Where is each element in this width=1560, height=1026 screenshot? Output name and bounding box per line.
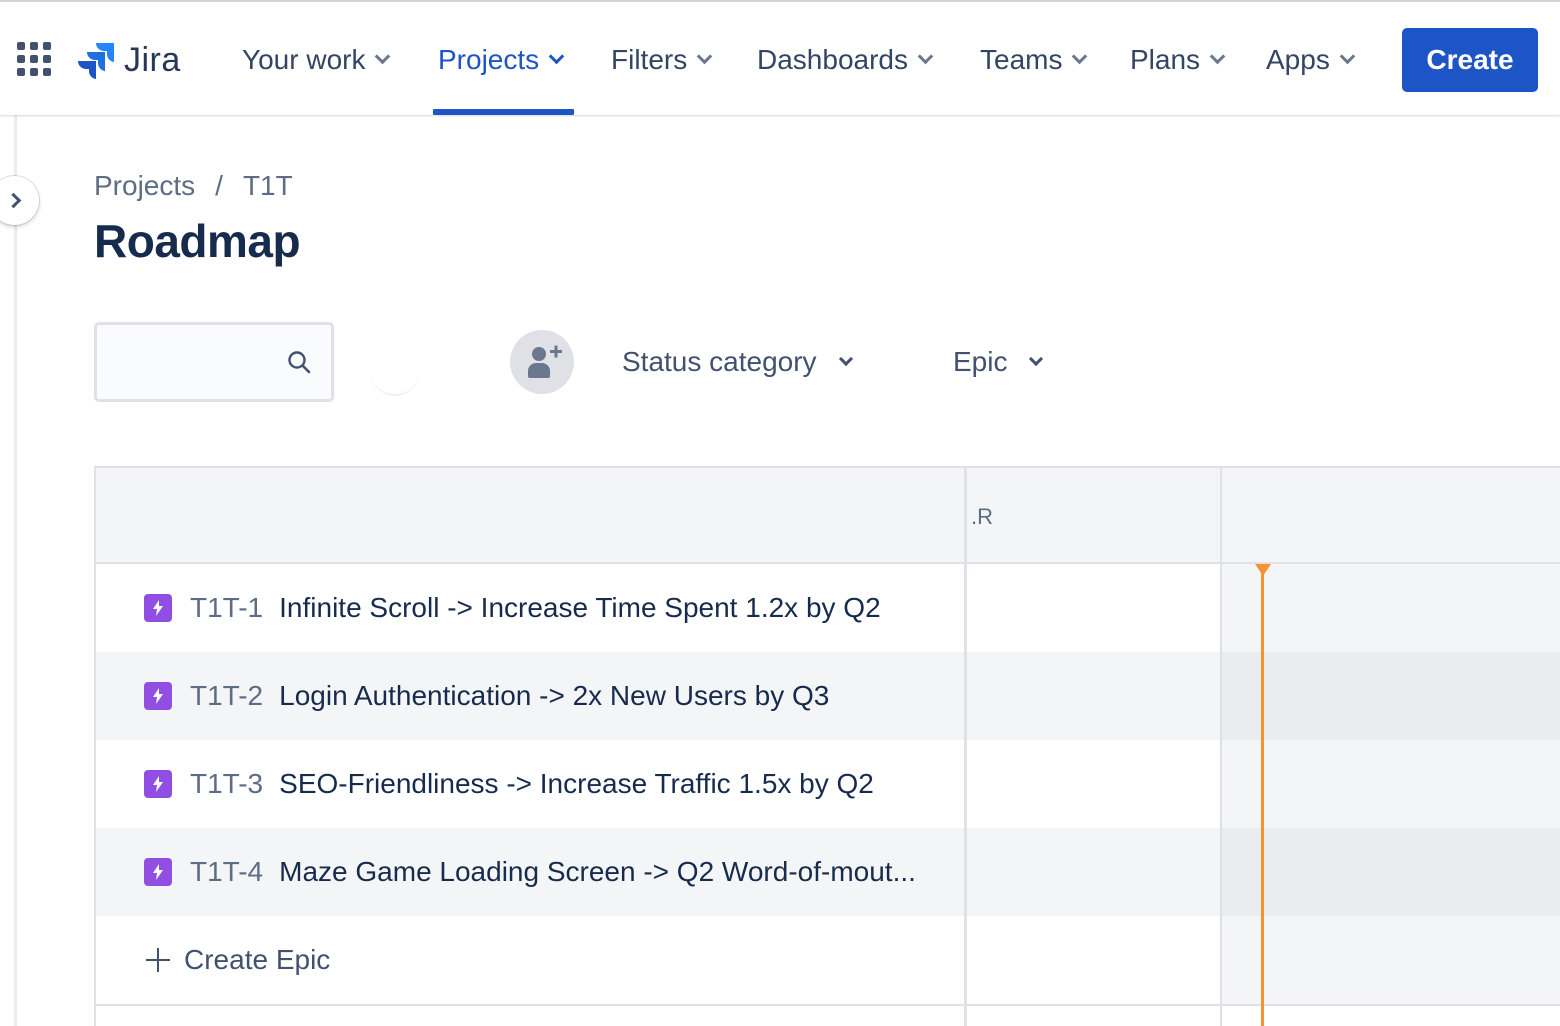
active-nav-indicator [433,109,574,115]
app-switcher-icon[interactable] [17,42,51,76]
chevron-down-icon [696,48,713,65]
create-epic-button[interactable]: Create Epic [146,916,330,1004]
nav-label: Apps [1266,44,1330,75]
page-title: Roadmap [94,215,301,267]
breadcrumb: Projects / T1T [94,170,293,202]
list-item[interactable]: T1T-3 SEO-Friendliness -> Increase Traff… [96,740,1560,828]
issue-summary: Infinite Scroll -> Increase Time Spent 1… [279,592,881,623]
expand-sidebar-button[interactable] [0,176,39,225]
chevron-down-icon [1029,351,1044,367]
jira-logo-icon [78,43,114,79]
list-item[interactable]: T1T-2 Login Authentication -> 2x New Use… [96,652,1560,740]
chevron-down-icon [375,48,391,65]
sidebar-edge [14,115,17,1026]
issue-summary: Login Authentication -> 2x New Users by … [279,680,830,711]
column-resize-handle[interactable] [964,468,967,1026]
issue-summary: SEO-Friendliness -> Increase Traffic 1.5… [279,768,874,799]
nav-label: Filters [611,44,688,75]
chevron-down-icon [548,48,565,65]
nav-label: Teams [980,44,1063,75]
issue-key: T1T-3 [190,768,264,799]
breadcrumb-project[interactable]: T1T [243,170,293,202]
epic-row-content[interactable]: T1T-1 Infinite Scroll -> Increase Time S… [144,564,881,652]
timeline-header-current [1222,468,1560,564]
status-category-label: Status category [622,346,817,377]
nav-label: Dashboards [757,44,908,75]
avatar-placeholder [370,360,420,396]
issue-key: T1T-2 [190,680,264,711]
search-input[interactable] [109,339,279,385]
epic-row-content[interactable]: T1T-3 SEO-Friendliness -> Increase Traff… [144,740,874,828]
chevron-down-icon [1339,48,1356,65]
issue-key: T1T-1 [190,592,264,623]
timeline-header: .R [967,468,1221,564]
nav-dashboards[interactable]: Dashboards [757,40,934,80]
today-marker [1261,564,1264,1026]
add-person-icon [528,345,562,378]
nav-label: Projects [438,44,540,75]
lightning-icon [144,770,172,798]
chevron-down-icon [1072,48,1088,65]
epic-filter[interactable]: Epic [953,340,1044,384]
chevron-down-icon [917,48,934,65]
plus-icon [146,948,170,972]
issue-summary: Maze Game Loading Screen -> Q2 Word-of-m… [279,856,916,887]
breadcrumb-separator: / [215,170,223,201]
nav-teams[interactable]: Teams [980,40,1088,80]
lightning-icon [144,594,172,622]
nav-label: Plans [1130,44,1201,75]
nav-plans[interactable]: Plans [1130,40,1226,80]
timeline-column-divider [1220,468,1222,1026]
epic-row-content[interactable]: T1T-4 Maze Game Loading Screen -> Q2 Wor… [144,828,916,916]
nav-filters[interactable]: Filters [611,40,713,80]
add-people-button[interactable] [510,330,574,394]
lightning-icon [144,858,172,886]
list-item[interactable]: T1T-4 Maze Game Loading Screen -> Q2 Wor… [96,828,1560,916]
nav-apps[interactable]: Apps [1266,40,1356,80]
status-category-filter[interactable]: Status category [622,340,853,384]
nav-your-work[interactable]: Your work [242,40,391,80]
epic-filter-label: Epic [953,346,1008,377]
nav-projects[interactable]: Projects [438,40,565,80]
search-field[interactable] [94,322,334,402]
top-navigation: Jira Your work Projects Filters Dashboar… [0,0,1560,115]
chevron-down-icon [1209,48,1226,65]
search-icon [288,351,311,374]
chevron-down-icon [838,351,853,367]
app-name: Jira [124,40,181,79]
create-epic-label: Create Epic [184,944,331,975]
issue-key: T1T-4 [190,856,264,887]
breadcrumb-projects[interactable]: Projects [94,170,195,202]
nav-label: Your work [242,44,366,75]
roadmap-grid: .R T1T-1 Infinite Scroll -> Increase Tim… [94,466,1560,1026]
lightning-icon [144,682,172,710]
epic-list-header [96,468,964,564]
timeline-month-label: .R [971,504,993,529]
create-epic-row: Create Epic [96,916,1560,1006]
jira-logo[interactable]: Jira [78,40,181,80]
list-item[interactable]: T1T-1 Infinite Scroll -> Increase Time S… [96,564,1560,652]
epic-row-content[interactable]: T1T-2 Login Authentication -> 2x New Use… [144,652,829,740]
create-button[interactable]: Create [1402,28,1538,92]
